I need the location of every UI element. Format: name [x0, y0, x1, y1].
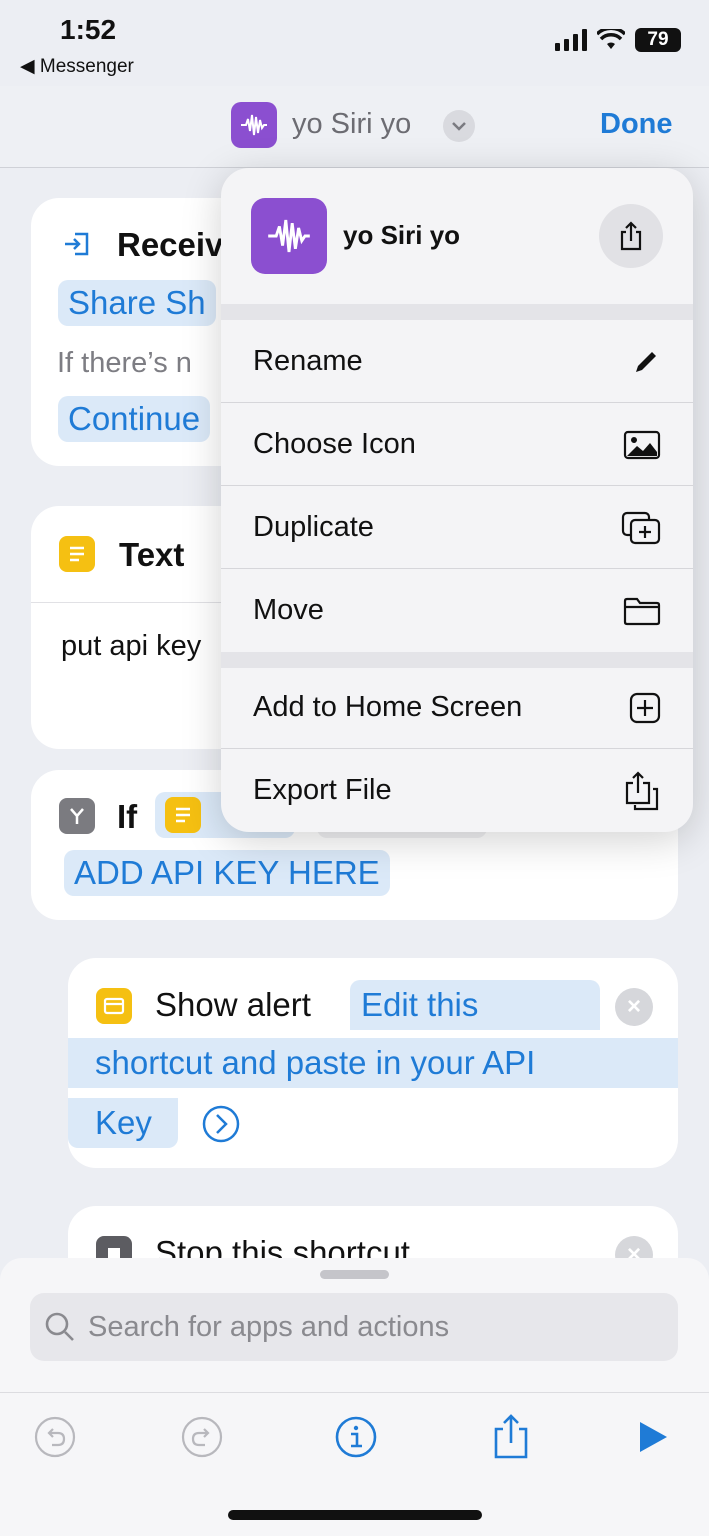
search-field[interactable]: Search for apps and actions [30, 1293, 678, 1361]
back-to-app-link[interactable]: ◀ Messenger [20, 55, 134, 78]
menu-item-duplicate[interactable]: Duplicate [221, 486, 693, 569]
search-placeholder: Search for apps and actions [88, 1310, 450, 1343]
chevron-down-icon[interactable] [443, 110, 475, 142]
status-icons: 79 [555, 28, 681, 52]
remove-action-icon[interactable]: × [615, 988, 653, 1026]
undo-button[interactable] [28, 1410, 82, 1464]
shortcut-context-menu: yo Siri yo Rename Choose Icon Duplicate … [221, 168, 693, 832]
shortcut-title[interactable]: yo Siri yo [292, 108, 411, 141]
done-button[interactable]: Done [600, 108, 673, 141]
alert-message-line-2[interactable]: shortcut and paste in your API [95, 1044, 535, 1082]
info-button[interactable] [329, 1410, 383, 1464]
share-button[interactable] [599, 204, 663, 268]
play-icon [640, 1422, 667, 1452]
text-variable-icon [165, 797, 201, 833]
undo-icon [34, 1416, 76, 1458]
info-icon [335, 1416, 377, 1458]
if-title: If [117, 798, 138, 835]
alert-message-line-3[interactable]: Key [95, 1104, 152, 1142]
menu-item-rename[interactable]: Rename [221, 320, 693, 403]
duplicate-icon [621, 511, 661, 544]
home-indicator [228, 1510, 482, 1520]
folder-icon [623, 597, 661, 625]
menu-item-export-file[interactable]: Export File [221, 749, 693, 832]
show-alert-title: Show alert [155, 986, 311, 1023]
alert-window-icon [96, 988, 132, 1024]
toolbar-divider [0, 1392, 709, 1393]
menu-shortcut-name: yo Siri yo [343, 220, 461, 250]
export-icon [625, 770, 659, 810]
menu-item-label: Duplicate [253, 511, 374, 543]
if-branch-icon [59, 798, 95, 834]
shortcut-waveform-icon [251, 198, 327, 274]
menu-item-label: Rename [253, 345, 363, 377]
menu-item-label: Add to Home Screen [253, 691, 523, 723]
share-icon [620, 221, 642, 251]
share-icon [494, 1414, 528, 1459]
show-alert-action-card[interactable]: Show alert Edit this shortcut and paste … [68, 958, 678, 1168]
shortcut-waveform-icon[interactable] [231, 102, 277, 148]
status-time: 1:52 [60, 14, 117, 45]
receive-condition-text: If there’s n [57, 347, 192, 379]
menu-section-divider [221, 304, 693, 320]
menu-item-move[interactable]: Move [221, 569, 693, 652]
photo-icon [623, 430, 661, 459]
battery-indicator: 79 [635, 28, 681, 52]
continue-pill[interactable]: Continue [58, 396, 211, 442]
wifi-icon [597, 29, 625, 49]
receive-title: Receiv [117, 226, 224, 263]
alert-message-line-1[interactable]: Edit this [361, 986, 478, 1024]
menu-item-label: Export File [253, 774, 392, 806]
pencil-icon [636, 351, 656, 372]
share-button[interactable] [484, 1410, 538, 1464]
run-button[interactable] [625, 1410, 679, 1464]
text-body[interactable]: put api key [61, 630, 201, 663]
sheet-grabber[interactable] [320, 1270, 389, 1279]
api-key-value-pill[interactable]: ADD API KEY HERE [64, 850, 390, 896]
redo-icon [181, 1416, 223, 1458]
expand-chevron-icon[interactable] [201, 1104, 241, 1144]
redo-button[interactable] [175, 1410, 229, 1464]
menu-header: yo Siri yo [221, 168, 693, 304]
text-title: Text [119, 536, 185, 573]
search-icon [45, 1312, 74, 1341]
cellular-signal-icon [555, 29, 587, 51]
menu-item-choose-icon[interactable]: Choose Icon [221, 403, 693, 486]
menu-item-label: Choose Icon [253, 428, 416, 460]
menu-item-label: Move [253, 594, 324, 626]
share-sheet-pill[interactable]: Share Sh [58, 280, 216, 326]
menu-item-add-to-home-screen[interactable]: Add to Home Screen [221, 666, 693, 749]
text-icon [59, 536, 95, 572]
plus-square-icon [629, 692, 661, 723]
receive-icon [65, 232, 89, 256]
